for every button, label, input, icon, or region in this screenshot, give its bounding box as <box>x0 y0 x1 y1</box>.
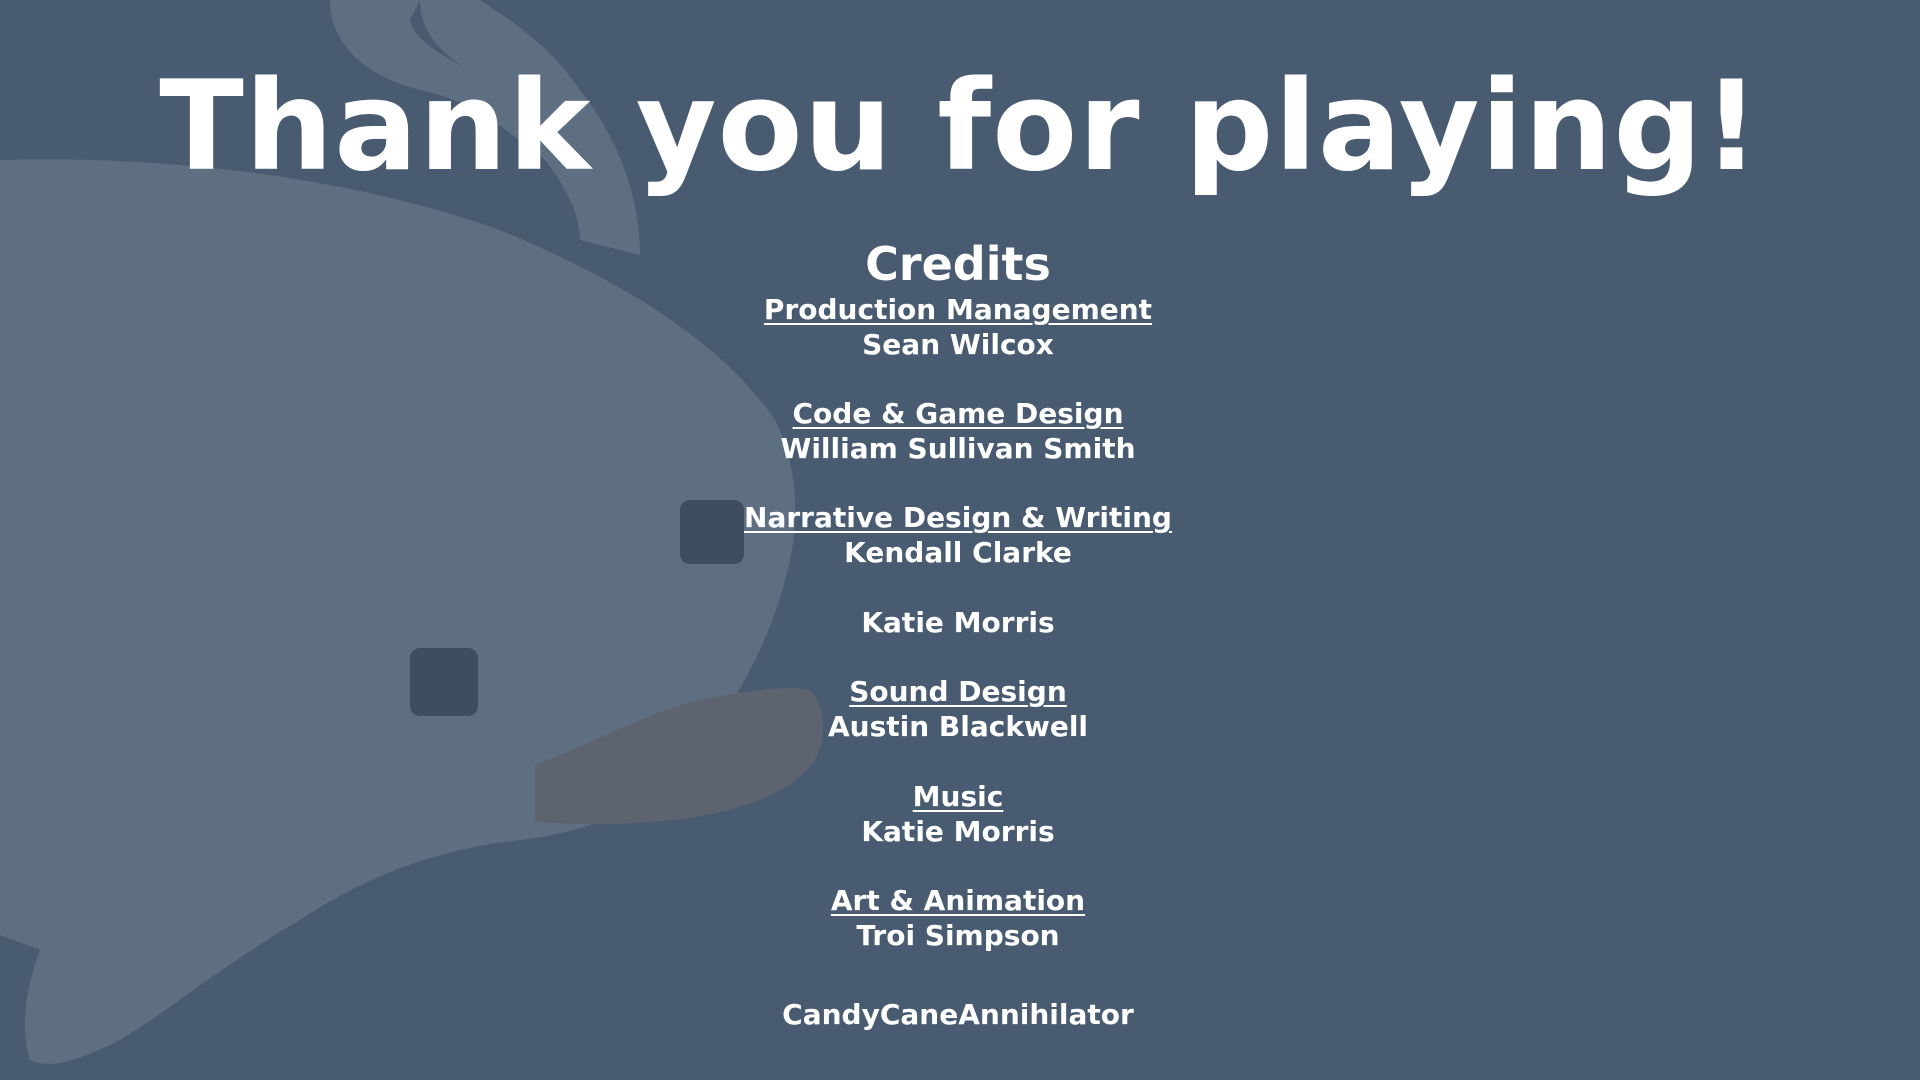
credit-role-production: Production Management <box>763 293 1153 326</box>
credit-name: Austin Blackwell <box>827 710 1089 743</box>
credits-heading: Credits <box>865 237 1051 291</box>
page-title: Thank you for playing! <box>159 55 1761 199</box>
credit-name: Troi Simpson <box>856 919 1060 952</box>
credit-name: Kendall Clarke <box>844 536 1072 569</box>
credit-role-code: Code & Game Design <box>792 397 1124 430</box>
credit-name: Katie Morris <box>861 606 1055 639</box>
credit-name: Sean Wilcox <box>862 328 1054 361</box>
credit-name: CandyCaneAnnihilator <box>782 998 1134 1031</box>
credit-name: William Sullivan Smith <box>780 432 1136 465</box>
credit-role-art: Art & Animation <box>830 884 1086 917</box>
credit-name: Katie Morris <box>861 815 1055 848</box>
credit-role-sound: Sound Design <box>849 675 1067 708</box>
credit-role-narrative: Narrative Design & Writing <box>744 501 1172 534</box>
credit-role-music: Music <box>912 780 1004 813</box>
